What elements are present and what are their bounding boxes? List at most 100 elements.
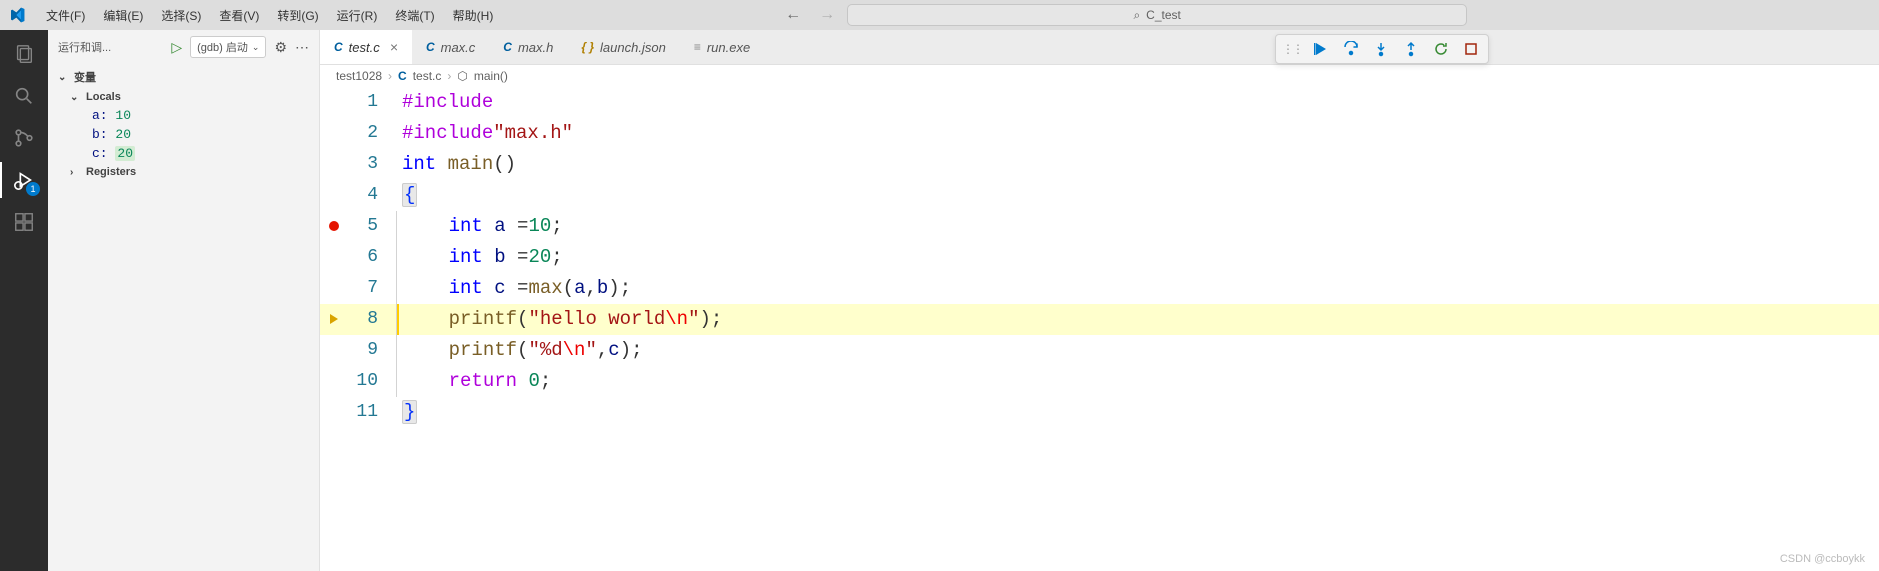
titlebar: 文件(F) 编辑(E) 选择(S) 查看(V) 转到(G) 运行(R) 终端(T… [0,0,1879,30]
breakpoint-gutter[interactable] [320,211,348,242]
var-name: b: [92,127,108,142]
current-line-icon [330,314,338,324]
tab-max-c[interactable]: C max.c [412,30,489,64]
menu-view[interactable]: 查看(V) [211,3,267,28]
section-variables[interactable]: ⌄ 变量 [48,66,319,88]
editor-area: C test.c × C max.c C max.h { } launch.js… [320,30,1879,571]
tab-label: max.h [518,40,553,55]
tab-run-exe[interactable]: ≡ run.exe [680,30,764,64]
chevron-down-icon: ⌄ [252,42,260,53]
line-number: 4 [348,180,396,211]
step-out-icon[interactable] [1400,38,1422,60]
c-file-icon: C [426,40,435,54]
breakpoint-gutter[interactable] [320,304,348,335]
stop-icon[interactable] [1460,38,1482,60]
restart-icon[interactable] [1430,38,1452,60]
code-content[interactable]: int b =20; [396,242,1879,273]
chevron-right-icon: › [388,69,392,83]
line-number: 2 [348,118,396,149]
cube-icon: ⬡ [457,69,467,83]
more-icon[interactable]: ⋯ [295,39,309,56]
tab-label: launch.json [600,40,666,55]
code-line[interactable]: 10 return 0; [320,366,1879,397]
code-content[interactable]: int main() [396,149,1879,180]
code-line[interactable]: 5 int a =10; [320,211,1879,242]
search-activity-icon[interactable] [10,82,38,110]
menu-help[interactable]: 帮助(H) [445,3,502,28]
tab-label: run.exe [707,40,750,55]
debug-config-select[interactable]: (gdb) 启动 ⌄ [190,36,266,58]
tab-max-h[interactable]: C max.h [489,30,567,64]
gear-icon[interactable]: ⚙ [274,39,287,56]
nav-forward-icon[interactable]: → [819,6,835,24]
menu-goto[interactable]: 转到(G) [269,3,326,28]
menu-run[interactable]: 运行(R) [329,3,386,28]
tab-bar: C test.c × C max.c C max.h { } launch.js… [320,30,1879,65]
section-locals[interactable]: ⌄ Locals [48,88,319,106]
code-line[interactable]: 9 printf("%d\n",c); [320,335,1879,366]
code-content[interactable]: int a =10; [396,211,1879,242]
chevron-right-icon: › [447,69,451,83]
code-line[interactable]: 2#include"max.h" [320,118,1879,149]
debug-toolbar[interactable]: ⋮⋮ [1275,34,1489,64]
breadcrumb[interactable]: test1028 › C test.c › ⬡ main() [320,65,1879,87]
c-file-icon: C [398,69,407,83]
grip-icon[interactable]: ⋮⋮ [1282,42,1302,56]
breadcrumb-file[interactable]: test.c [413,69,442,83]
chevron-down-icon: ⌄ [58,72,70,83]
var-name: c: [92,146,108,161]
tab-test-c[interactable]: C test.c × [320,30,412,64]
var-row[interactable]: c: 20 [48,144,319,163]
tab-launch-json[interactable]: { } launch.json [567,30,679,64]
sidebar: 运行和调... ▷ (gdb) 启动 ⌄ ⚙ ⋯ ⌄ 变量 ⌄ Locals [48,30,320,571]
menu-file[interactable]: 文件(F) [38,3,93,28]
breadcrumb-folder[interactable]: test1028 [336,69,382,83]
close-icon[interactable]: × [390,39,398,55]
sidebar-title: 运行和调... [58,39,163,55]
code-content[interactable]: printf("hello world\n"); [396,304,1879,335]
code-line[interactable]: 6 int b =20; [320,242,1879,273]
breakpoint-icon[interactable] [329,221,339,231]
section-registers[interactable]: › Registers [48,163,319,181]
continue-icon[interactable] [1310,38,1332,60]
code-content[interactable]: return 0; [396,366,1879,397]
step-over-icon[interactable] [1340,38,1362,60]
debug-icon[interactable]: 1 [10,166,38,194]
code-line[interactable]: 11} [320,397,1879,428]
tab-label: max.c [441,40,476,55]
var-row[interactable]: a: 10 [48,106,319,125]
exe-file-icon: ≡ [694,40,701,54]
var-value: 20 [115,146,135,161]
var-row[interactable]: b: 20 [48,125,319,144]
line-number: 3 [348,149,396,180]
code-content[interactable]: #include"max.h" [396,118,1879,149]
breadcrumb-symbol[interactable]: main() [474,69,508,83]
code-content[interactable]: printf("%d\n",c); [396,335,1879,366]
vscode-icon [8,6,26,24]
menu-edit[interactable]: 编辑(E) [95,3,151,28]
code-line[interactable]: 1#include [320,87,1879,118]
code-line[interactable]: 8 printf("hello world\n"); [320,304,1879,335]
explorer-icon[interactable] [10,40,38,68]
menu-select[interactable]: 选择(S) [153,3,209,28]
code-line[interactable]: 4{ [320,180,1879,211]
code-content[interactable]: int c =max(a,b); [396,273,1879,304]
source-control-icon[interactable] [10,124,38,152]
line-number: 9 [348,335,396,366]
nav-back-icon[interactable]: ← [785,6,801,24]
editor[interactable]: 1#include2#include"max.h"3int main()4{5 … [320,87,1879,571]
command-center[interactable]: ⌕ C_test [847,4,1467,26]
code-line[interactable]: 3int main() [320,149,1879,180]
line-number: 10 [348,366,396,397]
step-into-icon[interactable] [1370,38,1392,60]
start-debug-icon[interactable]: ▷ [171,39,182,56]
code-content[interactable]: #include [396,87,1879,118]
code-content[interactable]: } [396,397,1879,428]
code-content[interactable]: { [396,180,1879,211]
section-variables-label: 变量 [74,69,96,85]
menu-terminal[interactable]: 终端(T) [387,3,442,28]
extensions-icon[interactable] [10,208,38,236]
code-line[interactable]: 7 int c =max(a,b); [320,273,1879,304]
watermark: CSDN @ccboykk [1780,553,1865,565]
debug-badge: 1 [26,182,40,196]
